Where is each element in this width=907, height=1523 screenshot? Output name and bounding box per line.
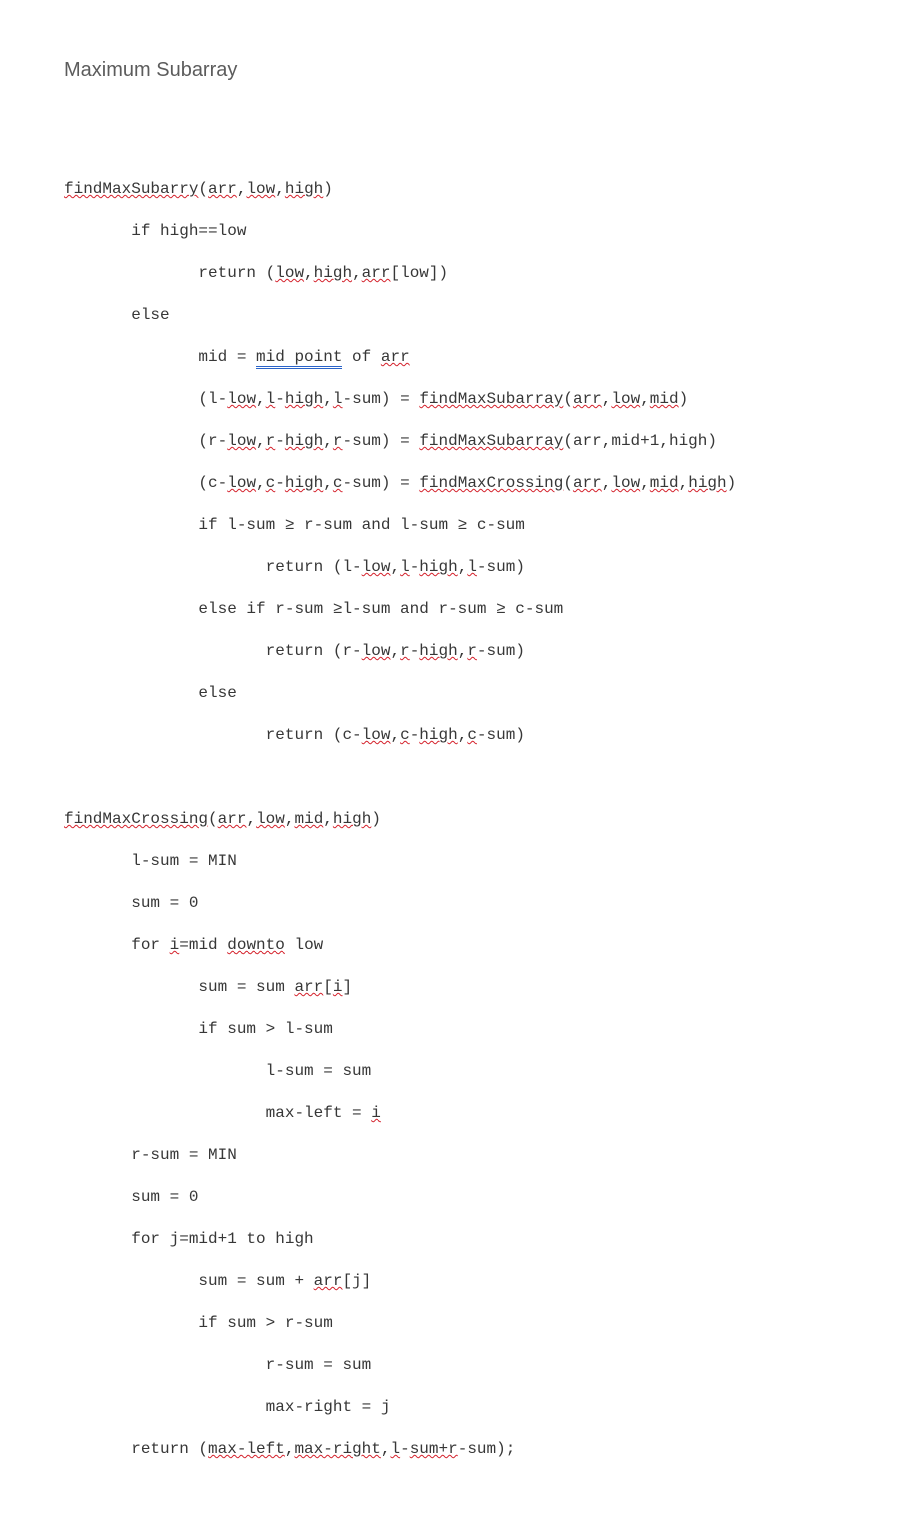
code-line: else	[64, 683, 907, 704]
code-line: (c-low,c-high,c-sum) = findMaxCrossing(a…	[64, 473, 907, 494]
code-line: return (r-low,r-high,r-sum)	[64, 641, 907, 662]
code-line: r-sum = MIN	[64, 1145, 907, 1166]
code-line: return (max-left,max-right,l-sum+r-sum);	[64, 1439, 907, 1460]
title: Maximum Subarray	[64, 60, 907, 81]
code-line: max-right = j	[64, 1397, 907, 1418]
code-line: for i=mid downto low	[64, 935, 907, 956]
document-page: Maximum Subarray findMaxSubarry(arr,low,…	[0, 0, 907, 783]
code-line: findMaxCrossing(arr,low,mid,high)	[64, 809, 907, 830]
code-line: l-sum = sum	[64, 1061, 907, 1082]
blank-line	[64, 767, 907, 788]
code-line: return (l-low,l-high,l-sum)	[64, 557, 907, 578]
code-line: if sum > l-sum	[64, 1019, 907, 1040]
code-line: (l-low,l-high,l-sum) = findMaxSubarray(a…	[64, 389, 907, 410]
code-line: return (c-low,c-high,c-sum)	[64, 725, 907, 746]
code-line: if l-sum ≥ r-sum and l-sum ≥ c-sum	[64, 515, 907, 536]
fn-name: findMaxSubarry	[64, 180, 198, 198]
code-line: max-left = i	[64, 1103, 907, 1124]
code-line: (r-low,r-high,r-sum) = findMaxSubarray(a…	[64, 431, 907, 452]
code-line: l-sum = MIN	[64, 851, 907, 872]
fn-name: findMaxCrossing	[64, 810, 208, 828]
code-line: sum = sum + arr[j]	[64, 1271, 907, 1292]
pseudocode-block: findMaxSubarry(arr,low,high) if high==lo…	[64, 158, 907, 1502]
code-line: sum = 0	[64, 893, 907, 914]
code-line: return (low,high,arr[low])	[64, 263, 907, 284]
code-line: r-sum = sum	[64, 1355, 907, 1376]
code-line: sum = sum arr[i]	[64, 977, 907, 998]
code-line: for j=mid+1 to high	[64, 1229, 907, 1250]
code-line: else if r-sum ≥l-sum and r-sum ≥ c-sum	[64, 599, 907, 620]
code-line: sum = 0	[64, 1187, 907, 1208]
code-line: findMaxSubarry(arr,low,high)	[64, 179, 907, 200]
code-line: mid = mid point of arr	[64, 347, 907, 368]
code-line: if sum > r-sum	[64, 1313, 907, 1334]
code-line: else	[64, 305, 907, 326]
code-line: if high==low	[64, 221, 907, 242]
